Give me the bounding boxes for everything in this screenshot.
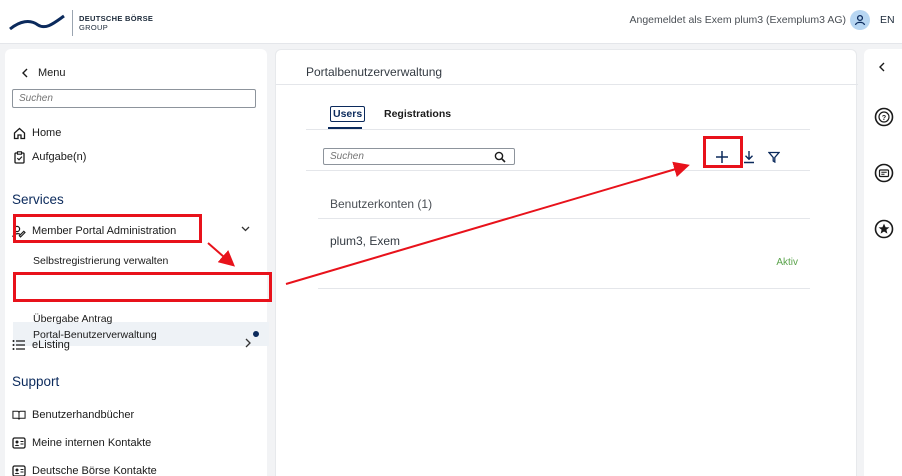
logo-wave-icon (9, 14, 65, 31)
filter-icon (768, 151, 780, 163)
section-services: Services (12, 192, 64, 207)
nav-tasks[interactable]: Aufgabe(n) (12, 148, 86, 166)
nav-elisting[interactable]: eListing (12, 336, 70, 354)
language-switch[interactable]: EN (880, 14, 902, 26)
highlight-member-portal-administration (13, 214, 202, 243)
chevron-down-icon[interactable] (241, 224, 250, 236)
tab-users[interactable]: Users (330, 106, 366, 122)
nav-self-registration[interactable]: Selbstregistrierung verwalten (33, 252, 168, 270)
svg-text:?: ? (882, 115, 886, 122)
active-indicator-dot (253, 331, 259, 337)
list-icon (12, 338, 26, 352)
brand-name: DEUTSCHE BÖRSE (79, 14, 154, 23)
favorites-button[interactable] (874, 219, 894, 239)
contact-card-icon (12, 436, 26, 450)
title-divider (276, 84, 858, 85)
nav-home[interactable]: Home (12, 124, 61, 142)
logged-in-user: Angemeldet als Exem plum3 (Exemplum3 AG) (629, 14, 846, 26)
main-panel: Portalbenutzerverwaltung Users Registrat… (275, 49, 858, 476)
download-icon (744, 151, 754, 164)
user-icon (854, 14, 866, 26)
top-header: DEUTSCHE BÖRSE GROUP Angemeldet als Exem… (0, 0, 902, 44)
nav-internal-contacts[interactable]: Meine internen Kontakte (12, 434, 151, 452)
user-accounts-heading: Benutzerkonten (1) (330, 197, 433, 211)
nav-elisting-label: eListing (32, 339, 70, 351)
brand-group: GROUP (79, 23, 109, 32)
user-account-row[interactable]: plum3, Exem Aktiv (318, 219, 810, 289)
right-rail: ? (864, 44, 902, 476)
page-title: Portalbenutzerverwaltung (306, 65, 443, 79)
help-button[interactable]: ? (874, 107, 894, 127)
menu-back-button[interactable]: Menu (18, 66, 66, 80)
nav-tasks-label: Aufgabe(n) (32, 151, 87, 163)
sidebar: Menu Home Aufgabe(n) Services Member Por… (0, 44, 270, 476)
chevron-left-icon (879, 62, 885, 72)
user-avatar[interactable] (850, 10, 870, 30)
id-card-button[interactable] (874, 163, 894, 183)
highlight-portal-user-management (13, 272, 272, 302)
account-status: Aktiv (776, 257, 798, 268)
tab-bar: Users Registrations (306, 100, 810, 130)
tab-registrations[interactable]: Registrations (384, 108, 451, 120)
chevron-left-icon (18, 66, 32, 80)
main-area: Portalbenutzerverwaltung Users Registrat… (270, 44, 864, 476)
sidebar-search-input[interactable] (12, 89, 256, 108)
chevron-right-icon[interactable] (244, 338, 252, 351)
nav-internal-contacts-label: Meine internen Kontakte (32, 437, 152, 449)
menu-back-label: Menu (38, 67, 66, 79)
account-name: plum3, Exem (330, 234, 401, 248)
book-icon (12, 408, 26, 422)
filter-button[interactable] (763, 147, 785, 167)
section-support: Support (12, 374, 60, 389)
nav-db-contacts-label: Deutsche Börse Kontakte (32, 465, 157, 476)
home-icon (12, 126, 26, 140)
collapse-rail-button[interactable] (878, 59, 898, 79)
nav-user-manuals[interactable]: Benutzerhandbücher (12, 406, 134, 424)
contact-card-icon (12, 464, 26, 476)
search-icon[interactable] (494, 150, 508, 164)
id-card-icon (874, 163, 894, 183)
nav-user-manuals-label: Benutzerhandbücher (32, 409, 135, 421)
star-icon (874, 219, 894, 239)
clipboard-icon (12, 150, 26, 164)
highlight-add-user-button (703, 136, 743, 168)
deutsche-boerse-logo[interactable]: DEUTSCHE BÖRSE GROUP (8, 8, 153, 38)
users-search-input[interactable] (323, 148, 515, 165)
nav-db-contacts[interactable]: Deutsche Börse Kontakte (12, 462, 157, 476)
nav-home-label: Home (32, 127, 62, 139)
right-rail-panel: ? (864, 49, 902, 476)
nav-submission-request[interactable]: Übergabe Antrag (33, 310, 112, 328)
tab-users-underline (328, 127, 362, 129)
help-icon: ? (874, 107, 894, 127)
